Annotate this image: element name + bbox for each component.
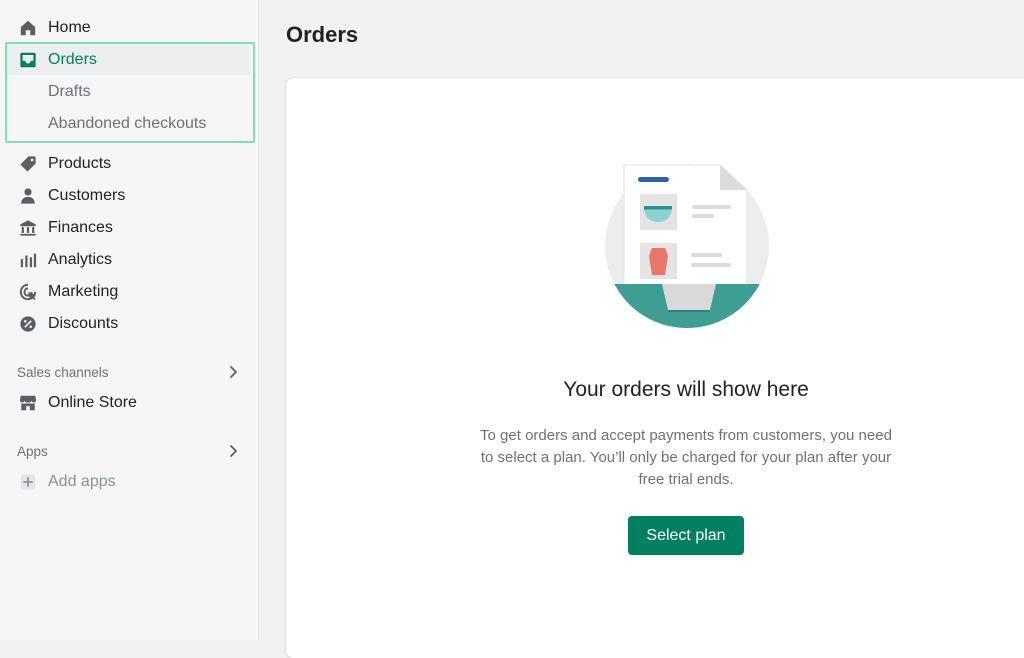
inbox-icon (18, 50, 38, 70)
home-icon (18, 18, 38, 38)
sidebar-item-label: Abandoned checkouts (48, 115, 207, 132)
sidebar-item-discounts[interactable]: Discounts (6, 309, 250, 339)
section-label: Sales channels (17, 364, 109, 380)
sidebar-item-label: Analytics (48, 251, 113, 268)
discount-icon (18, 314, 38, 334)
store-icon (18, 393, 38, 413)
sidebar-item-online-store[interactable]: Online Store (6, 388, 250, 418)
sidebar-item-customers[interactable]: Customers (6, 181, 250, 211)
page-title: Orders (286, 22, 359, 47)
sidebar-item-label: Finances (48, 219, 113, 236)
sidebar-item-home[interactable]: Home (6, 13, 250, 43)
sidebar-item-label: Online Store (48, 394, 137, 411)
sidebar-item-label: Home (48, 19, 91, 36)
sidebar-subitem-drafts[interactable]: Drafts (6, 77, 250, 107)
sidebar-item-label: Add apps (48, 473, 116, 490)
bank-icon (18, 218, 38, 238)
plus-icon (18, 472, 38, 492)
sidebar-item-label: Discounts (48, 315, 119, 332)
bar-chart-icon (18, 250, 38, 270)
sidebar-item-label: Products (48, 155, 112, 172)
sidebar-item-finances[interactable]: Finances (6, 213, 250, 243)
section-label: Apps (17, 443, 48, 459)
sidebar-item-label: Orders (48, 51, 97, 68)
sidebar-subitem-abandoned-checkouts[interactable]: Abandoned checkouts (6, 109, 250, 139)
select-plan-button[interactable]: Select plan (628, 516, 744, 555)
empty-state-description: To get orders and accept payments from c… (480, 427, 892, 488)
tag-icon (18, 154, 38, 174)
chevron-right-icon[interactable] (225, 364, 241, 380)
sidebar-item-add-apps[interactable]: Add apps (6, 467, 250, 497)
orders-empty-illustration (604, 160, 770, 332)
chevron-right-icon[interactable] (225, 443, 241, 459)
sidebar-item-label: Drafts (48, 83, 91, 100)
apps-section[interactable]: Apps (17, 439, 241, 463)
sidebar-item-marketing[interactable]: Marketing (6, 277, 250, 307)
target-icon (18, 282, 38, 302)
sidebar-item-orders[interactable]: Orders (6, 45, 250, 75)
sidebar-item-analytics[interactable]: Analytics (6, 245, 250, 275)
sidebar-item-label: Marketing (48, 283, 119, 300)
sidebar: Home Orders Drafts Abandoned checkouts P… (0, 0, 259, 640)
empty-state-heading: Your orders will show here (563, 378, 809, 401)
person-icon (18, 186, 38, 206)
sidebar-item-products[interactable]: Products (6, 149, 250, 179)
sales-channels-section[interactable]: Sales channels (17, 360, 241, 384)
sidebar-item-label: Customers (48, 187, 126, 204)
